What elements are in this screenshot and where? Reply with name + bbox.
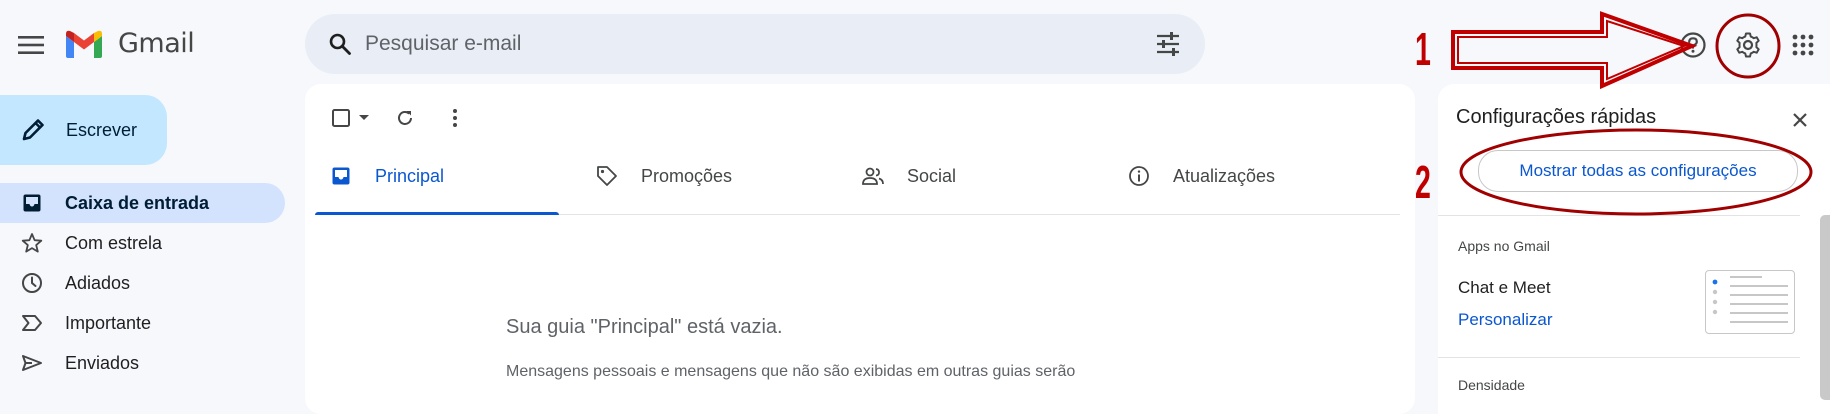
list-toolbar	[327, 104, 469, 132]
tab-principal[interactable]: Principal	[315, 138, 559, 215]
tab-social[interactable]: Social	[847, 138, 1091, 214]
sidebar-item-label: Adiados	[65, 272, 131, 293]
main-menu-button[interactable]	[14, 28, 48, 62]
divider	[1438, 215, 1800, 216]
chat-meet-label: Chat e Meet	[1458, 278, 1551, 297]
quick-settings-title: Configurações rápidas	[1456, 106, 1657, 128]
inbox-tab-icon	[329, 164, 353, 188]
sidebar-item-important[interactable]: Importante	[0, 303, 285, 343]
people-icon	[861, 164, 885, 188]
sidebar-item-snoozed[interactable]: Adiados	[0, 263, 285, 303]
sidebar-item-label: Enviados	[65, 352, 140, 373]
annotation-arrow-inner	[1457, 19, 1687, 81]
help-icon[interactable]	[1676, 28, 1710, 62]
search-bar[interactable]	[305, 14, 1205, 74]
tab-label: Atualizações	[1173, 165, 1276, 186]
empty-state-description: Mensagens pessoais e mensagens que não s…	[506, 363, 1076, 380]
send-icon	[20, 351, 44, 375]
density-section-heading: Densidade	[1458, 377, 1525, 393]
empty-state-title: Sua guia "Principal" está vazia.	[506, 316, 783, 338]
clock-icon	[20, 271, 44, 295]
annotation-step-1: 1	[1415, 23, 1431, 75]
tab-atualizacoes[interactable]: Atualizações	[1113, 138, 1357, 214]
compose-label: Escrever	[66, 119, 138, 140]
apps-grid-icon[interactable]	[1786, 28, 1820, 62]
tab-label: Promoções	[641, 165, 733, 186]
chat-meet-preview-thumbnail	[1705, 270, 1795, 334]
select-dropdown-icon[interactable]	[355, 104, 373, 132]
info-icon	[1127, 164, 1151, 188]
category-tabs: Principal Promoções Social Atualizações	[315, 138, 1400, 215]
compose-button[interactable]: Escrever	[0, 95, 167, 165]
search-icon[interactable]	[325, 29, 355, 59]
customize-link[interactable]: Personalizar	[1458, 310, 1553, 330]
inbox-icon	[20, 191, 44, 215]
apps-section-heading: Apps no Gmail	[1458, 238, 1550, 254]
gmail-logo-text: Gmail	[118, 28, 195, 59]
tab-promocoes[interactable]: Promoções	[581, 138, 825, 214]
settings-icon[interactable]	[1731, 28, 1765, 62]
hamburger-menu-icon	[18, 36, 44, 54]
close-icon[interactable]	[1786, 106, 1814, 134]
sidebar-item-sent[interactable]: Enviados	[0, 343, 285, 383]
main-panel: Principal Promoções Social Atualizações …	[305, 84, 1415, 414]
gmail-logo[interactable]: Gmail	[64, 28, 195, 59]
sidebar-item-label: Com estrela	[65, 232, 163, 253]
sidebar-item-starred[interactable]: Com estrela	[0, 223, 285, 263]
important-icon	[20, 311, 44, 335]
tag-icon	[595, 164, 619, 188]
search-input[interactable]	[363, 31, 1127, 57]
annotation-step-2: 2	[1415, 156, 1431, 208]
sidebar-item-label: Importante	[65, 312, 152, 333]
star-icon	[20, 231, 44, 255]
more-vert-icon[interactable]	[441, 104, 469, 132]
show-all-settings-button[interactable]: Mostrar todas as configurações	[1478, 150, 1798, 192]
pencil-icon	[22, 119, 44, 141]
refresh-icon[interactable]	[391, 104, 419, 132]
tune-icon[interactable]	[1153, 29, 1183, 59]
select-checkbox[interactable]	[327, 104, 355, 132]
sidebar-nav: Caixa de entrada Com estrela Adiados Imp…	[0, 183, 285, 383]
quick-settings-panel: Configurações rápidas Mostrar todas as c…	[1438, 84, 1830, 414]
divider	[1438, 357, 1800, 358]
quick-settings-scrollbar[interactable]	[1820, 215, 1830, 400]
annotation-arrow	[1451, 11, 1698, 90]
sidebar-item-inbox[interactable]: Caixa de entrada	[0, 183, 285, 223]
gmail-m-icon	[66, 30, 102, 58]
tab-label: Social	[907, 165, 957, 186]
tab-label: Principal	[375, 165, 445, 186]
sidebar-item-label: Caixa de entrada	[65, 192, 210, 213]
